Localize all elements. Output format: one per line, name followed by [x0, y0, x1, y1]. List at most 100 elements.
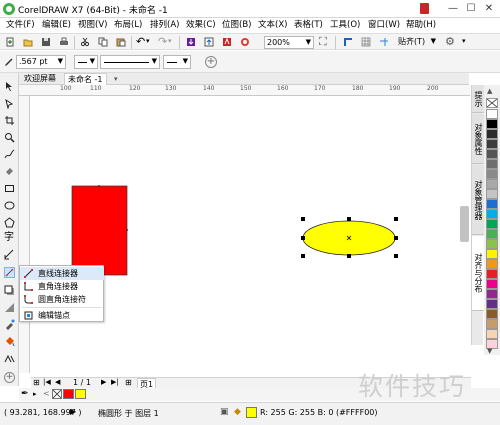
add-preset-icon[interactable]: + [205, 56, 217, 68]
drawing-canvas[interactable] [31, 97, 470, 373]
palette-scroll-up-icon[interactable]: ▲ [487, 87, 492, 95]
start-arrowhead-select[interactable]: ▼ [74, 55, 98, 69]
palette-swatch[interactable] [486, 319, 498, 329]
cut-icon[interactable] [80, 37, 90, 47]
tab-menu-chevron-icon[interactable]: ▾ [114, 75, 118, 83]
palette-swatch[interactable] [486, 169, 498, 179]
copy-icon[interactable] [98, 37, 108, 47]
palette-swatch[interactable] [486, 269, 498, 279]
export-icon[interactable] [204, 37, 214, 47]
print-icon[interactable] [59, 37, 69, 47]
selection-handle[interactable] [347, 254, 351, 258]
menu-file[interactable]: 文件(F) [6, 19, 35, 32]
flyout-rounded-right-angle-connector[interactable]: 圆直角连接符 [20, 293, 104, 306]
user-account-icon[interactable] [420, 3, 429, 14]
red-rectangle[interactable] [71, 185, 128, 276]
next-page-icon[interactable]: ▶ [101, 378, 106, 386]
selection-handle[interactable] [301, 254, 305, 258]
add-tool-icon[interactable]: + [4, 372, 15, 383]
flyout-edit-anchor[interactable]: 编辑锚点 [20, 309, 104, 322]
selection-handle[interactable] [394, 236, 398, 240]
redo-icon[interactable]: ↷ [158, 35, 167, 48]
vertical-scrollbar-thumb[interactable] [460, 206, 469, 242]
palette-swatch[interactable] [486, 159, 498, 169]
menu-window[interactable]: 窗口(W) [368, 19, 400, 32]
parallel-dimension-tool-icon[interactable] [4, 249, 15, 260]
selection-handle[interactable] [301, 217, 305, 221]
interactive-fill-tool-icon[interactable] [4, 336, 15, 347]
toolbar-overflow-icon[interactable]: ▾ [462, 37, 466, 45]
tab-object-properties[interactable]: 对象属性 [472, 114, 484, 164]
crop-tool-icon[interactable] [4, 115, 15, 126]
palette-swatch[interactable] [486, 229, 498, 239]
zoom-level-select[interactable]: 200% ▼ [264, 36, 314, 49]
selection-handle[interactable] [301, 236, 305, 240]
close-icon[interactable]: ✕ [476, 1, 500, 16]
previous-page-icon[interactable]: ◀ [55, 378, 60, 386]
pick-tool-icon[interactable] [4, 81, 15, 92]
import-icon[interactable] [186, 37, 196, 47]
menu-bitmaps[interactable]: 位图(B) [222, 19, 251, 32]
polygon-tool-icon[interactable] [4, 217, 15, 228]
palette-swatch[interactable] [486, 139, 498, 149]
text-tool-icon[interactable]: 字 [4, 232, 15, 243]
palette-swatch[interactable] [486, 109, 498, 119]
palette-menu-icon[interactable]: ▸ [33, 390, 37, 398]
color-eyedropper-tool-icon[interactable] [4, 319, 15, 330]
palette-swatch[interactable] [486, 199, 498, 209]
menu-view[interactable]: 视图(V) [78, 19, 107, 32]
menu-text[interactable]: 文本(X) [258, 19, 287, 32]
no-fill-swatch[interactable] [52, 389, 62, 399]
drop-shadow-tool-icon[interactable] [4, 285, 15, 296]
current-fill-swatch[interactable] [246, 407, 257, 418]
palette-swatch[interactable] [486, 219, 498, 229]
smart-drawing-tool-icon[interactable] [4, 353, 15, 364]
palette-swatch[interactable] [486, 279, 498, 289]
tab-object-manager[interactable]: 对象管理器 [472, 165, 484, 235]
rectangle-tool-icon[interactable] [4, 183, 15, 194]
show-rulers-icon[interactable] [343, 37, 353, 47]
document-color-red-swatch[interactable] [63, 389, 74, 399]
new-document-icon[interactable] [5, 37, 15, 47]
selection-handle[interactable] [394, 217, 398, 221]
palette-swatch[interactable] [486, 119, 498, 129]
save-icon[interactable] [41, 37, 51, 47]
no-color-swatch[interactable] [486, 98, 498, 108]
flyout-right-angle-connector[interactable]: 直角连接器 [20, 280, 104, 293]
outline-width-select[interactable]: .567 pt ▼ [16, 55, 66, 69]
palette-swatch[interactable] [486, 309, 498, 319]
flyout-straight-connector[interactable]: 直线连接器 [20, 267, 104, 280]
palette-swatch[interactable] [486, 259, 498, 269]
menu-arrange[interactable]: 排列(A) [150, 19, 179, 32]
end-arrowhead-select[interactable]: ▼ [163, 55, 191, 69]
tab-hints[interactable]: 提示 [472, 85, 484, 113]
menu-help[interactable]: 帮助(H) [406, 19, 436, 32]
tab-welcome-screen[interactable]: 欢迎屏幕 [21, 73, 59, 85]
palette-swatch[interactable] [486, 329, 498, 339]
menu-tools[interactable]: 工具(O) [330, 19, 360, 32]
ellipse-tool-icon[interactable] [4, 200, 15, 211]
full-screen-icon[interactable]: ⛶ [319, 35, 327, 49]
vertical-ruler[interactable] [19, 96, 30, 373]
palette-swatch[interactable] [486, 239, 498, 249]
transparency-tool-icon[interactable] [4, 302, 15, 313]
app-launcher-icon[interactable] [240, 37, 250, 47]
undo-dropdown-icon[interactable]: ▾ [146, 37, 150, 45]
play-macro-icon[interactable]: ▶ [70, 407, 76, 416]
tab-untitled-1[interactable]: 未命名 -1 [64, 73, 107, 85]
paste-icon[interactable] [116, 37, 126, 47]
selection-handle[interactable] [394, 254, 398, 258]
show-grid-icon[interactable] [361, 37, 371, 47]
freehand-tool-icon[interactable] [4, 149, 15, 160]
undo-icon[interactable]: ↶ [136, 35, 145, 48]
palette-swatch[interactable] [486, 209, 498, 219]
add-page-icon[interactable]: ⊞ [125, 378, 132, 387]
show-guidelines-icon[interactable] [379, 37, 389, 47]
shape-tool-icon[interactable] [4, 98, 15, 109]
tab-align-distribute[interactable]: 对齐与分布 [472, 236, 484, 311]
eyedropper-icon[interactable]: ✒ [21, 389, 29, 399]
palette-swatch[interactable] [486, 189, 498, 199]
redo-dropdown-icon[interactable]: ▾ [168, 37, 172, 45]
palette-scroll-left-icon[interactable]: < [43, 389, 50, 398]
palette-swatch[interactable] [486, 179, 498, 189]
